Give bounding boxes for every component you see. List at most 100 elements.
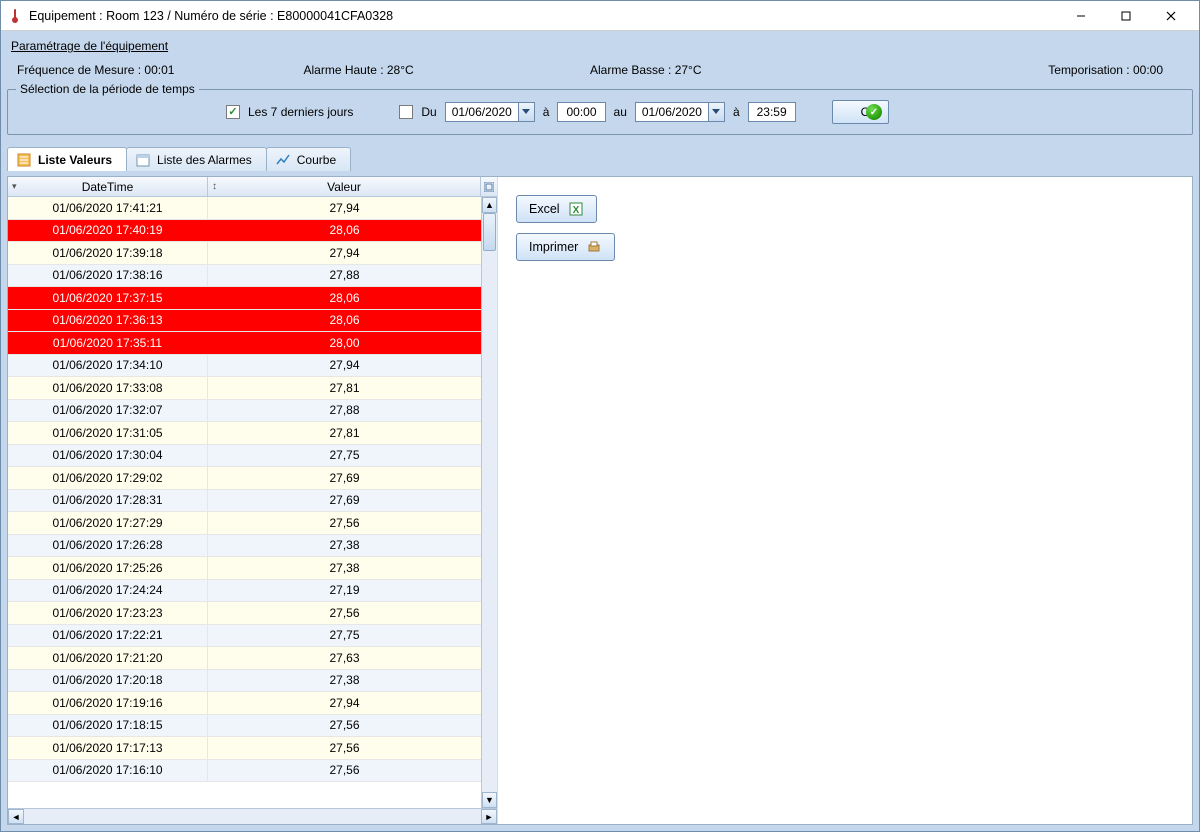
cell-value: 27,56 bbox=[208, 760, 481, 782]
maximize-button[interactable] bbox=[1103, 2, 1148, 30]
col-header-value[interactable]: ↕ Valeur bbox=[208, 177, 481, 196]
cell-datetime: 01/06/2020 17:23:23 bbox=[8, 602, 208, 624]
cell-datetime: 01/06/2020 17:33:08 bbox=[8, 377, 208, 399]
titlebar: Equipement : Room 123 / Numéro de série … bbox=[1, 1, 1199, 31]
to-date-picker[interactable]: 01/06/2020 bbox=[635, 102, 725, 122]
scroll-thumb[interactable] bbox=[483, 213, 496, 251]
table-row[interactable]: 01/06/2020 17:35:1128,00 bbox=[8, 332, 481, 355]
vertical-scrollbar[interactable]: ▲ ▼ bbox=[481, 197, 497, 808]
from-date-picker[interactable]: 01/06/2020 bbox=[445, 102, 535, 122]
table-row[interactable]: 01/06/2020 17:19:1627,94 bbox=[8, 692, 481, 715]
table-row[interactable]: 01/06/2020 17:31:0527,81 bbox=[8, 422, 481, 445]
table-row[interactable]: 01/06/2020 17:34:1027,94 bbox=[8, 355, 481, 378]
table-row[interactable]: 01/06/2020 17:22:2127,75 bbox=[8, 625, 481, 648]
printer-icon bbox=[586, 239, 602, 255]
to-date-value: 01/06/2020 bbox=[636, 105, 708, 119]
cell-datetime: 01/06/2020 17:20:18 bbox=[8, 670, 208, 692]
table-corner-menu[interactable] bbox=[481, 177, 497, 196]
close-button[interactable] bbox=[1148, 2, 1193, 30]
table-row[interactable]: 01/06/2020 17:39:1827,94 bbox=[8, 242, 481, 265]
cell-datetime: 01/06/2020 17:19:16 bbox=[8, 692, 208, 714]
table-row[interactable]: 01/06/2020 17:33:0827,81 bbox=[8, 377, 481, 400]
from-time-input[interactable]: 00:00 bbox=[557, 102, 605, 122]
custom-range-checkbox[interactable] bbox=[399, 105, 413, 119]
cell-datetime: 01/06/2020 17:27:29 bbox=[8, 512, 208, 534]
cell-datetime: 01/06/2020 17:39:18 bbox=[8, 242, 208, 264]
cell-datetime: 01/06/2020 17:36:13 bbox=[8, 310, 208, 332]
table-row[interactable]: 01/06/2020 17:24:2427,19 bbox=[8, 580, 481, 603]
table-row[interactable]: 01/06/2020 17:21:2027,63 bbox=[8, 647, 481, 670]
cell-value: 28,00 bbox=[208, 332, 481, 354]
excel-button-label: Excel bbox=[529, 202, 560, 216]
table-row[interactable]: 01/06/2020 17:28:3127,69 bbox=[8, 490, 481, 513]
table-row[interactable]: 01/06/2020 17:38:1627,88 bbox=[8, 265, 481, 288]
table-row[interactable]: 01/06/2020 17:29:0227,69 bbox=[8, 467, 481, 490]
tab-panel: ▾ DateTime ↕ Valeur 01/06/2020 17:41:212… bbox=[7, 176, 1193, 825]
cell-datetime: 01/06/2020 17:16:10 bbox=[8, 760, 208, 782]
table-header: ▾ DateTime ↕ Valeur bbox=[8, 177, 497, 197]
equipment-settings-link[interactable]: Paramétrage de l'équipement bbox=[7, 37, 1193, 55]
export-excel-button[interactable]: Excel X bbox=[516, 195, 597, 223]
cell-value: 27,81 bbox=[208, 377, 481, 399]
scroll-up-icon[interactable]: ▲ bbox=[482, 197, 497, 213]
table-row[interactable]: 01/06/2020 17:23:2327,56 bbox=[8, 602, 481, 625]
table-rows: 01/06/2020 17:41:2127,9401/06/2020 17:40… bbox=[8, 197, 481, 808]
to-label: au bbox=[614, 105, 627, 119]
list-icon bbox=[16, 152, 32, 168]
table-row[interactable]: 01/06/2020 17:17:1327,56 bbox=[8, 737, 481, 760]
hscroll-track[interactable] bbox=[24, 809, 481, 824]
cell-datetime: 01/06/2020 17:29:02 bbox=[8, 467, 208, 489]
tab-alarms[interactable]: Liste des Alarmes bbox=[126, 147, 267, 171]
scroll-left-icon[interactable]: ◄ bbox=[8, 809, 24, 824]
table-row[interactable]: 01/06/2020 17:20:1827,38 bbox=[8, 670, 481, 693]
cell-value: 27,94 bbox=[208, 355, 481, 377]
table-row[interactable]: 01/06/2020 17:41:2127,94 bbox=[8, 197, 481, 220]
cell-value: 27,75 bbox=[208, 445, 481, 467]
print-button[interactable]: Imprimer bbox=[516, 233, 615, 261]
cell-value: 27,88 bbox=[208, 400, 481, 422]
scroll-right-icon[interactable]: ► bbox=[481, 809, 497, 824]
content-area: Paramétrage de l'équipement Fréquence de… bbox=[1, 31, 1199, 831]
minimize-button[interactable] bbox=[1058, 2, 1103, 30]
cell-value: 28,06 bbox=[208, 287, 481, 309]
ok-button[interactable]: OK ✓ bbox=[832, 100, 889, 124]
col-header-datetime[interactable]: ▾ DateTime bbox=[8, 177, 208, 196]
cell-value: 27,56 bbox=[208, 737, 481, 759]
table-row[interactable]: 01/06/2020 17:27:2927,56 bbox=[8, 512, 481, 535]
cell-datetime: 01/06/2020 17:17:13 bbox=[8, 737, 208, 759]
table-row[interactable]: 01/06/2020 17:30:0427,75 bbox=[8, 445, 481, 468]
tab-values[interactable]: Liste Valeurs bbox=[7, 147, 127, 171]
cell-value: 27,94 bbox=[208, 692, 481, 714]
cell-datetime: 01/06/2020 17:24:24 bbox=[8, 580, 208, 602]
alarm-low-label: Alarme Basse : 27°C bbox=[590, 63, 877, 77]
to-time-input[interactable]: 23:59 bbox=[748, 102, 796, 122]
cell-value: 27,63 bbox=[208, 647, 481, 669]
table-row[interactable]: 01/06/2020 17:32:0727,88 bbox=[8, 400, 481, 423]
table-row[interactable]: 01/06/2020 17:25:2627,38 bbox=[8, 557, 481, 580]
tab-bar: Liste Valeurs Liste des Alarmes Courbe bbox=[7, 147, 1193, 171]
period-legend: Sélection de la période de temps bbox=[16, 82, 199, 96]
table-row[interactable]: 01/06/2020 17:36:1328,06 bbox=[8, 310, 481, 333]
cell-value: 27,56 bbox=[208, 602, 481, 624]
table-row[interactable]: 01/06/2020 17:40:1928,06 bbox=[8, 220, 481, 243]
scroll-down-icon[interactable]: ▼ bbox=[482, 792, 497, 808]
cell-datetime: 01/06/2020 17:30:04 bbox=[8, 445, 208, 467]
cell-value: 27,38 bbox=[208, 535, 481, 557]
values-table: ▾ DateTime ↕ Valeur 01/06/2020 17:41:212… bbox=[8, 177, 498, 824]
table-row[interactable]: 01/06/2020 17:26:2827,38 bbox=[8, 535, 481, 558]
last7days-checkbox[interactable] bbox=[226, 105, 240, 119]
cell-value: 27,19 bbox=[208, 580, 481, 602]
sort-desc-icon: ▾ bbox=[12, 181, 17, 192]
from-date-value: 01/06/2020 bbox=[446, 105, 518, 119]
equipment-params-row: Fréquence de Mesure : 00:01 Alarme Haute… bbox=[7, 61, 1193, 83]
scroll-track[interactable] bbox=[482, 213, 497, 792]
cell-value: 27,56 bbox=[208, 715, 481, 737]
horizontal-scrollbar[interactable]: ◄ ► bbox=[8, 808, 497, 824]
table-row[interactable]: 01/06/2020 17:37:1528,06 bbox=[8, 287, 481, 310]
cell-value: 27,94 bbox=[208, 197, 481, 219]
cell-value: 27,56 bbox=[208, 512, 481, 534]
tab-chart[interactable]: Courbe bbox=[266, 147, 351, 171]
table-row[interactable]: 01/06/2020 17:18:1527,56 bbox=[8, 715, 481, 738]
cell-value: 27,94 bbox=[208, 242, 481, 264]
table-row[interactable]: 01/06/2020 17:16:1027,56 bbox=[8, 760, 481, 783]
